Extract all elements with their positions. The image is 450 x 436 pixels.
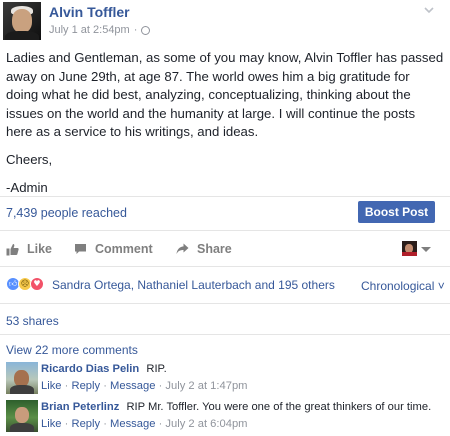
comment-text: RIP. — [146, 363, 167, 375]
love-reaction-icon: ♥ — [30, 277, 44, 291]
avatar-suit — [5, 31, 39, 40]
comment-sort-label: Chronological — [361, 279, 435, 293]
insights-row: 7,439 people reached Boost Post — [0, 200, 450, 226]
comment-item: Ricardo Dias Pelin RIP. Like · Reply · M… — [0, 362, 450, 398]
divider — [0, 303, 450, 304]
page-avatar[interactable] — [3, 2, 41, 40]
commenter-name[interactable]: Ricardo Dias Pelin — [41, 363, 139, 375]
post-author[interactable]: Alvin Toffler — [49, 4, 130, 20]
reactions-summary-link[interactable]: Sandra Ortega, Nathaniel Lauterbach and … — [52, 278, 335, 292]
comment-message-link[interactable]: Message — [110, 380, 155, 392]
post-timestamp[interactable]: July 1 at 2:54pm — [49, 24, 130, 36]
divider — [0, 334, 450, 335]
mini-avatar-shirt — [402, 252, 417, 256]
divider — [0, 196, 450, 197]
post-meta: July 1 at 2:54pm · — [49, 24, 151, 36]
reactions-row: 👍︎ ☹ ♥ Sandra Ortega, Nathaniel Lauterba… — [0, 274, 450, 296]
avatar-body — [10, 423, 34, 432]
post-paragraph: Cheers, — [6, 152, 53, 167]
divider — [0, 230, 450, 231]
avatar-body — [10, 385, 34, 394]
comment-item: Brian Peterlinz RIP Mr. Toffler. You wer… — [0, 400, 450, 436]
shares-link[interactable]: 53 shares — [6, 314, 59, 328]
thumbs-up-icon — [6, 243, 19, 255]
commenter-name[interactable]: Brian Peterlinz — [41, 401, 119, 413]
separator: · — [64, 418, 69, 430]
comment-label: Comment — [95, 242, 153, 256]
share-label: Share — [197, 242, 232, 256]
comment-timestamp[interactable]: July 2 at 1:47pm — [165, 380, 247, 392]
comment-sort-caret: ˅ — [437, 279, 445, 293]
share-button[interactable]: Share — [176, 242, 232, 256]
comment-icon — [75, 244, 86, 254]
globe-icon[interactable] — [141, 25, 151, 35]
post-paragraph: -Admin — [6, 180, 48, 195]
comment-reply-link[interactable]: Reply — [71, 380, 100, 392]
comment-timestamp[interactable]: July 2 at 6:04pm — [165, 418, 247, 430]
post-body: Ladies and Gentleman, as some of you may… — [6, 49, 444, 207]
separator: · — [158, 380, 163, 392]
comment-content: Ricardo Dias Pelin RIP. — [41, 363, 167, 375]
like-button[interactable]: Like — [6, 242, 52, 256]
comment-content: Brian Peterlinz RIP Mr. Toffler. You wer… — [41, 401, 431, 413]
meta-separator: · — [133, 24, 138, 36]
comment-sort-dropdown[interactable]: Chronological ˅ — [361, 279, 445, 293]
separator: · — [103, 380, 107, 392]
post-paragraph: Ladies and Gentleman, as some of you may… — [6, 50, 444, 139]
post-actions: Like Comment Share — [0, 238, 450, 262]
comment-button[interactable]: Comment — [74, 242, 153, 256]
share-arrow-icon — [176, 243, 189, 254]
caret-down-icon[interactable] — [421, 247, 431, 252]
post-header: Alvin Toffler July 1 at 2:54pm · — [0, 0, 450, 40]
separator: · — [64, 380, 69, 392]
comment-like-link[interactable]: Like — [41, 380, 62, 392]
separator: · — [158, 418, 163, 430]
comment-text: RIP Mr. Toffler. You were one of the gre… — [126, 401, 432, 413]
divider — [0, 266, 450, 267]
comment-message-link[interactable]: Message — [110, 418, 155, 430]
chevron-down-icon[interactable] — [424, 5, 434, 15]
like-label: Like — [27, 242, 53, 256]
posting-as-avatar[interactable] — [402, 241, 417, 256]
comment-actions: Like · Reply · Message · July 2 at 6:04p… — [41, 418, 248, 430]
boost-post-button[interactable]: Boost Post — [358, 201, 435, 223]
reaction-icons[interactable]: 👍︎ ☹ ♥ — [6, 277, 48, 293]
view-more-comments-link[interactable]: View 22 more comments — [6, 343, 138, 357]
comment-actions: Like · Reply · Message · July 2 at 1:47p… — [41, 380, 248, 392]
separator: · — [103, 418, 107, 430]
commenter-avatar[interactable] — [6, 400, 38, 432]
comment-like-link[interactable]: Like — [41, 418, 62, 430]
commenter-avatar[interactable] — [6, 362, 38, 394]
avatar-face — [15, 407, 29, 423]
people-reached-link[interactable]: 7,439 people reached — [6, 206, 127, 220]
comment-reply-link[interactable]: Reply — [71, 418, 100, 430]
avatar-face — [12, 9, 32, 33]
